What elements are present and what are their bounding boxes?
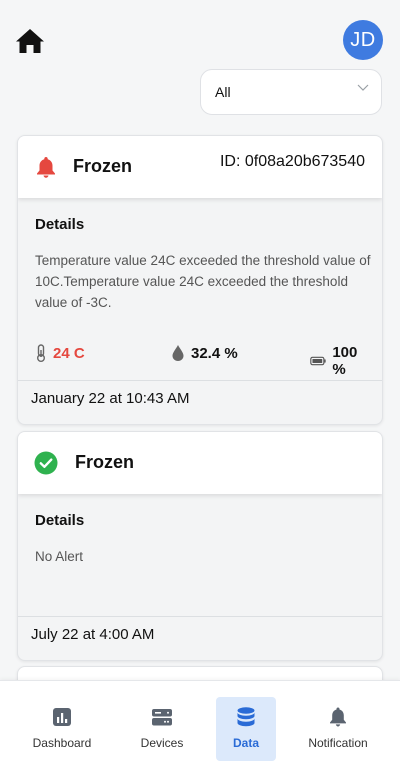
nav-label: Dashboard bbox=[32, 736, 92, 750]
chevron-down-icon bbox=[357, 84, 369, 91]
details-text: No Alert bbox=[35, 549, 84, 564]
avatar[interactable]: JD bbox=[343, 20, 383, 60]
card-timestamp: January 22 at 10:43 AM bbox=[31, 390, 190, 407]
bell-icon bbox=[330, 707, 346, 727]
card-timestamp: July 22 at 4:00 AM bbox=[31, 626, 155, 643]
thermometer-icon bbox=[37, 344, 45, 362]
nav-devices[interactable]: Devices bbox=[122, 697, 202, 761]
alert-card[interactable]: Frozen ID: 0f08a20b673540 Details Temper… bbox=[17, 135, 383, 425]
home-icon bbox=[16, 29, 44, 53]
nav-dashboard[interactable]: Dashboard bbox=[22, 697, 102, 761]
nav-label: Data bbox=[232, 736, 259, 750]
chart-icon bbox=[53, 708, 71, 726]
water-drop-icon bbox=[172, 345, 184, 361]
card-title: Frozen bbox=[75, 452, 135, 472]
filter-select[interactable]: All bbox=[200, 69, 382, 115]
details-title: Details bbox=[35, 216, 85, 233]
battery-icon bbox=[310, 356, 326, 366]
alert-list[interactable]: Frozen ID: 0f08a20b673540 Details Temper… bbox=[0, 120, 400, 680]
alert-card[interactable]: Frozen Details No Alert July 22 at 4:00 … bbox=[17, 431, 383, 661]
bell-alert-icon bbox=[37, 157, 55, 178]
humidity-value: 32.4 % bbox=[191, 344, 238, 362]
device-id: ID: 0f08a20b673540 bbox=[219, 153, 365, 170]
card-title: Frozen bbox=[73, 156, 133, 176]
nav-label: Notification bbox=[308, 736, 368, 750]
database-icon bbox=[237, 707, 255, 727]
card-divider bbox=[18, 380, 382, 381]
nav-label: Devices bbox=[140, 736, 184, 750]
home-button[interactable] bbox=[14, 26, 46, 56]
nav-notification[interactable]: Notification bbox=[298, 697, 378, 761]
details-text: Temperature value 24C exceeded the thres… bbox=[35, 253, 371, 310]
card-header: Frozen bbox=[18, 432, 382, 494]
battery-metric: 100 % bbox=[310, 344, 367, 378]
alert-card[interactable] bbox=[17, 666, 383, 680]
top-bar: JD All bbox=[0, 0, 400, 120]
humidity-metric: 32.4 % bbox=[171, 344, 238, 362]
card-header: Frozen ID: 0f08a20b673540 bbox=[18, 136, 382, 198]
metrics-row: 24 C 32.4 % 100 % bbox=[35, 344, 367, 378]
server-icon bbox=[152, 709, 172, 726]
card-divider bbox=[18, 616, 382, 617]
check-circle-icon bbox=[34, 451, 58, 475]
battery-value: 100 % bbox=[332, 344, 358, 378]
nav-data[interactable]: Data bbox=[216, 697, 276, 761]
temperature-value: 24 C bbox=[53, 344, 85, 362]
details-title: Details bbox=[35, 512, 85, 529]
filter-selected-value: All bbox=[215, 84, 231, 100]
bottom-nav: Dashboard Devices Data Notification bbox=[0, 680, 400, 776]
temperature-metric: 24 C bbox=[35, 344, 85, 362]
